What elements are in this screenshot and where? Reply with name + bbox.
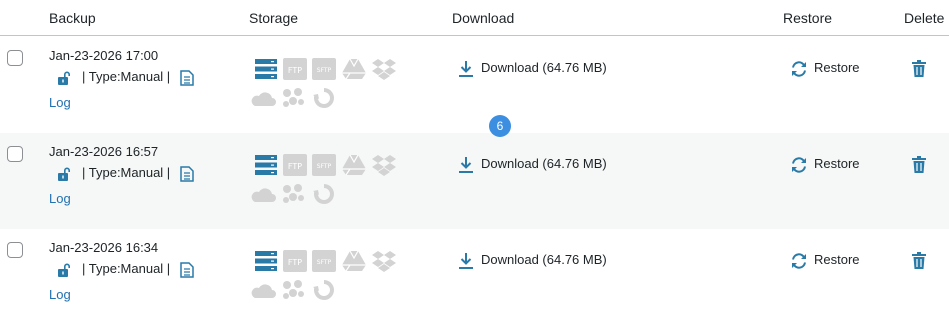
unlock-icon[interactable] xyxy=(57,262,73,278)
svg-text:FTP: FTP xyxy=(288,162,302,171)
download-link[interactable]: Download (64.76 MB) xyxy=(481,60,607,75)
log-link[interactable]: Log xyxy=(49,287,71,302)
sftp-icon: SFTP xyxy=(312,250,336,272)
header-storage: Storage xyxy=(249,10,299,26)
ftp-icon: FTP xyxy=(283,250,307,272)
backup-type: | Type:Manual | xyxy=(82,69,171,84)
cluster-icon xyxy=(283,88,304,107)
backup-date: Jan-23-2026 17:00 xyxy=(49,48,159,63)
unlock-icon[interactable] xyxy=(57,70,73,86)
google-drive-icon xyxy=(342,250,366,272)
log-link[interactable]: Log xyxy=(49,191,71,206)
sftp-icon: SFTP xyxy=(312,58,336,80)
restore-icon[interactable] xyxy=(790,252,808,270)
local-storage-icon xyxy=(255,251,277,271)
sync-icon xyxy=(313,88,334,108)
ftp-icon: FTP xyxy=(283,154,307,176)
backup-date: Jan-23-2026 16:57 xyxy=(49,144,159,159)
cloud-icon xyxy=(251,284,276,298)
download-icon[interactable] xyxy=(458,252,474,270)
restore-icon[interactable] xyxy=(790,60,808,78)
dropbox-icon xyxy=(372,59,396,80)
download-link[interactable]: Download (64.76 MB) xyxy=(481,156,607,171)
download-icon[interactable] xyxy=(458,60,474,78)
svg-text:FTP: FTP xyxy=(288,258,302,267)
google-drive-icon xyxy=(342,58,366,80)
backup-row: Jan-23-2026 17:00 | Type:Manual | Log FT… xyxy=(0,37,949,133)
local-storage-icon xyxy=(255,59,277,79)
cloud-icon xyxy=(251,92,276,106)
document-icon[interactable] xyxy=(180,70,194,86)
step-number-badge: 6 xyxy=(489,115,511,137)
google-drive-icon xyxy=(342,154,366,176)
cloud-icon xyxy=(251,188,276,202)
header-backup: Backup xyxy=(49,10,96,26)
trash-icon[interactable] xyxy=(912,60,926,77)
unlock-icon[interactable] xyxy=(57,166,73,182)
sftp-icon: SFTP xyxy=(312,154,336,176)
svg-text:SFTP: SFTP xyxy=(317,163,332,170)
backup-type: | Type:Manual | xyxy=(82,261,171,276)
cluster-icon xyxy=(283,184,304,203)
backup-row: Jan-23-2026 16:57 | Type:Manual | Log FT… xyxy=(0,133,949,229)
cluster-icon xyxy=(283,280,304,299)
dropbox-icon xyxy=(372,155,396,176)
header-delete: Delete xyxy=(904,10,945,26)
document-icon[interactable] xyxy=(180,166,194,182)
restore-button[interactable]: Restore xyxy=(814,60,860,75)
log-link[interactable]: Log xyxy=(49,95,71,110)
download-link[interactable]: Download (64.76 MB) xyxy=(481,252,607,267)
row-checkbox[interactable] xyxy=(7,146,23,162)
table-header: Backup Storage Download Restore Delete xyxy=(0,0,949,36)
svg-text:FTP: FTP xyxy=(288,66,302,75)
dropbox-icon xyxy=(372,251,396,272)
restore-button[interactable]: Restore xyxy=(814,252,860,267)
ftp-icon: FTP xyxy=(283,58,307,80)
backup-type: | Type:Manual | xyxy=(82,165,171,180)
sync-icon xyxy=(313,280,334,300)
backup-row: Jan-23-2026 16:34 | Type:Manual | Log FT… xyxy=(0,229,949,310)
trash-icon[interactable] xyxy=(912,252,926,269)
row-checkbox[interactable] xyxy=(7,50,23,66)
header-restore: Restore xyxy=(783,10,833,26)
sync-icon xyxy=(313,184,334,204)
document-icon[interactable] xyxy=(180,262,194,278)
row-checkbox[interactable] xyxy=(7,242,23,258)
restore-icon[interactable] xyxy=(790,156,808,174)
backup-date: Jan-23-2026 16:34 xyxy=(49,240,159,255)
trash-icon[interactable] xyxy=(912,156,926,173)
svg-text:SFTP: SFTP xyxy=(317,259,332,266)
download-icon[interactable] xyxy=(458,156,474,174)
svg-text:SFTP: SFTP xyxy=(317,67,332,74)
header-download: Download xyxy=(452,10,515,26)
restore-button[interactable]: Restore xyxy=(814,156,860,171)
local-storage-icon xyxy=(255,155,277,175)
